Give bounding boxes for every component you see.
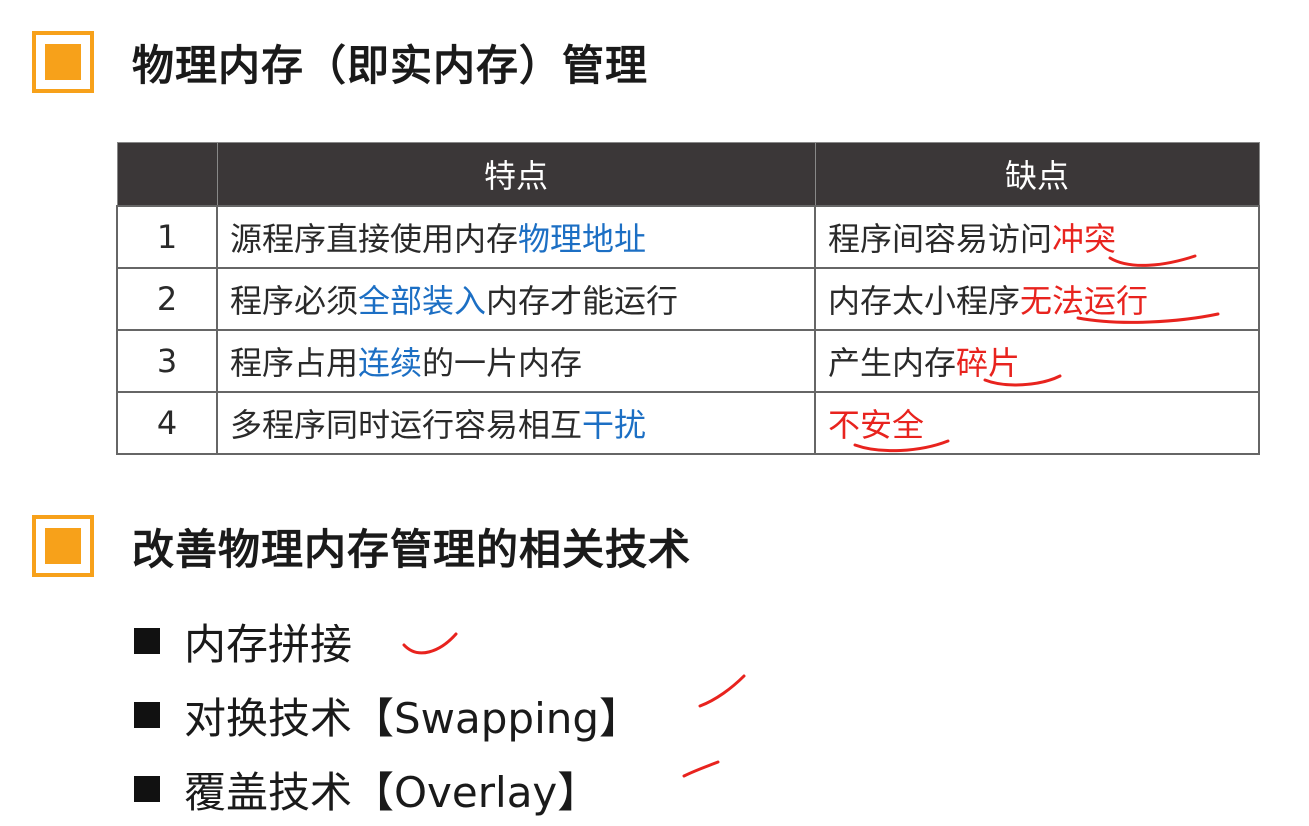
bullet-square-icon [134,702,160,728]
defect-cell: 产生内存碎片 [814,329,1260,393]
section1-title: 物理内存（即实内存）管理 [132,41,649,90]
feature-text: 多程序同时运行容易相互 [230,406,583,444]
feature-text: 程序占用 [230,344,359,382]
list-item-label: 内存拼接 [184,619,353,669]
defect-highlight: 碎片 [956,344,1021,382]
feature-highlight: 干扰 [582,406,647,444]
row-number: 4 [116,391,218,455]
check-mark-2 [698,674,746,708]
list-item: 对换技术【Swapping】 [134,678,641,752]
feature-text: 程序必须 [230,282,359,320]
defect-highlight: 不安全 [828,406,925,444]
feature-highlight: 连续 [358,344,423,382]
header-defects: 缺点 [814,142,1260,207]
table-row: 3 程序占用连续的一片内存 产生内存碎片 [116,329,1260,393]
list-item-label: 对换技术【Swapping】 [184,693,642,743]
table-row: 4 多程序同时运行容易相互干扰 不安全 [116,391,1260,455]
row-number: 1 [116,205,218,269]
section-marker-icon [32,31,94,93]
row-number: 3 [116,329,218,393]
section-marker-icon [32,515,94,577]
defect-text: 程序间容易访问 [828,220,1053,258]
feature-cell: 程序占用连续的一片内存 [216,329,816,393]
table-header-row: 特点 缺点 [116,142,1260,207]
section2-title: 改善物理内存管理的相关技术 [132,525,692,574]
row-number: 2 [116,267,218,331]
feature-cell: 源程序直接使用内存物理地址 [216,205,816,269]
feature-highlight: 物理地址 [518,220,647,258]
header-number [116,142,218,207]
feature-cell: 多程序同时运行容易相互干扰 [216,391,816,455]
defect-text: 产生内存 [828,344,957,382]
bullet-square-icon [134,628,160,654]
feature-text-tail: 内存才能运行 [486,282,679,320]
list-item-label: 覆盖技术【Overlay】 [184,767,600,817]
section-marker-fill [45,528,81,564]
feature-text: 源程序直接使用内存 [230,220,519,258]
defect-cell: 不安全 [814,391,1260,455]
section-marker-fill [45,44,81,80]
list-item: 覆盖技术【Overlay】 [134,752,641,826]
defect-cell: 内存太小程序无法运行 [814,267,1260,331]
defect-text: 内存太小程序 [828,282,1021,320]
feature-cell: 程序必须全部装入内存才能运行 [216,267,816,331]
defect-highlight: 冲突 [1052,220,1117,258]
feature-text-tail: 的一片内存 [422,344,583,382]
bullet-square-icon [134,776,160,802]
defect-cell: 程序间容易访问冲突 [814,205,1260,269]
technique-list: 内存拼接 对换技术【Swapping】 覆盖技术【Overlay】 [134,604,641,826]
check-mark-3 [682,760,720,778]
list-item: 内存拼接 [134,604,641,678]
header-features: 特点 [216,142,816,207]
defect-highlight: 无法运行 [1020,282,1149,320]
comparison-table: 特点 缺点 1 源程序直接使用内存物理地址 程序间容易访问冲突 2 程序必须全部… [116,142,1260,455]
feature-highlight: 全部装入 [358,282,487,320]
table-row: 2 程序必须全部装入内存才能运行 内存太小程序无法运行 [116,267,1260,331]
table-row: 1 源程序直接使用内存物理地址 程序间容易访问冲突 [116,205,1260,269]
